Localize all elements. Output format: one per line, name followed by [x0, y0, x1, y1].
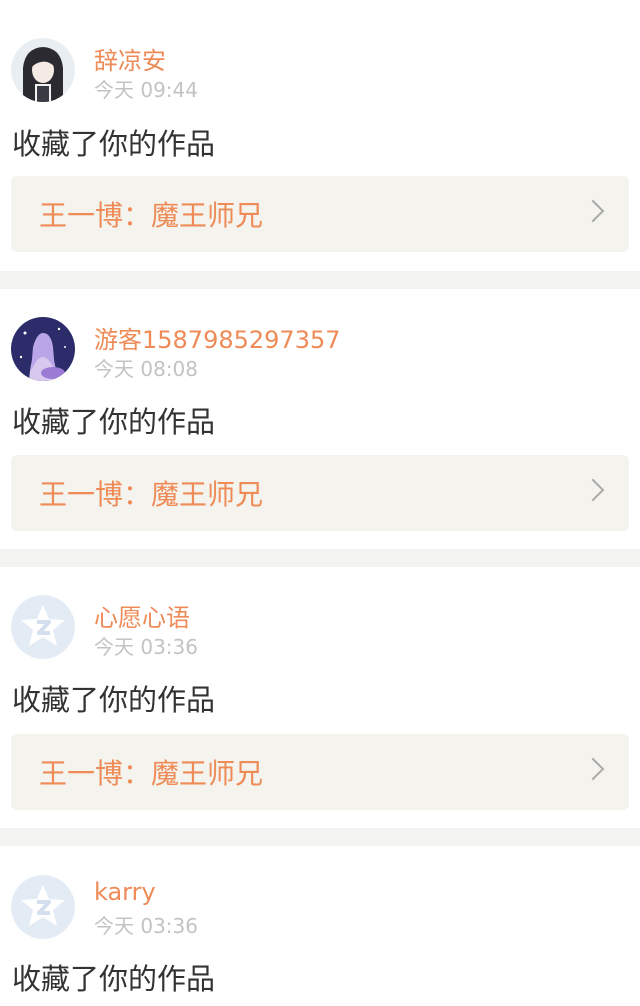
user-name[interactable]: 辞凉安 [94, 41, 166, 76]
user-name[interactable]: karry [94, 878, 156, 906]
notification-card: karry 今天 03:36 收藏了你的作品 [0, 846, 640, 1006]
separator [0, 271, 640, 289]
separator [0, 549, 640, 567]
notification-card: 心愿心语 今天 03:36 收藏了你的作品 王一博：魔王师兄 [0, 567, 640, 828]
work-link[interactable]: 王一博：魔王师兄 [11, 455, 629, 531]
work-link[interactable]: 王一博：魔王师兄 [11, 176, 629, 252]
notification-card: 辞凉安 今天 09:44 收藏了你的作品 王一博：魔王师兄 [0, 0, 640, 271]
chevron-right-icon [581, 478, 605, 502]
default-avatar-icon[interactable] [11, 875, 75, 939]
action-text: 收藏了你的作品 [12, 962, 216, 996]
chevron-right-icon [581, 757, 605, 781]
default-avatar-icon[interactable] [11, 595, 75, 659]
user-name[interactable]: 游客1587985297357 [94, 320, 341, 355]
work-link[interactable]: 王一博：魔王师兄 [11, 734, 629, 810]
work-title: 王一博：魔王师兄 [39, 478, 264, 511]
user-name[interactable]: 心愿心语 [94, 598, 190, 633]
work-title: 王一博：魔王师兄 [39, 199, 264, 232]
action-text: 收藏了你的作品 [12, 683, 216, 717]
timestamp: 今天 03:36 [94, 635, 198, 659]
action-text: 收藏了你的作品 [12, 127, 216, 161]
user-avatar[interactable] [11, 317, 75, 381]
timestamp: 今天 08:08 [94, 357, 198, 381]
action-text: 收藏了你的作品 [12, 405, 216, 439]
separator [0, 828, 640, 846]
notification-card: 游客1587985297357 今天 08:08 收藏了你的作品 王一博：魔王师… [0, 289, 640, 549]
timestamp: 今天 03:36 [94, 914, 198, 938]
user-avatar[interactable] [11, 38, 75, 102]
timestamp: 今天 09:44 [94, 78, 198, 102]
chevron-right-icon [581, 199, 605, 223]
work-title: 王一博：魔王师兄 [39, 757, 264, 790]
